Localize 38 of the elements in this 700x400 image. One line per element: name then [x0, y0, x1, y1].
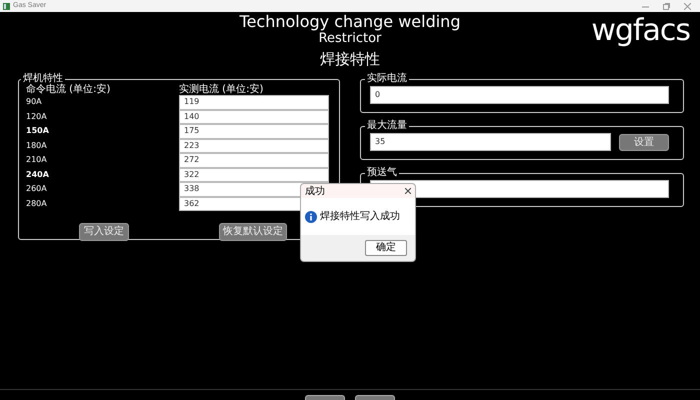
- bottom-button[interactable]: [355, 395, 395, 400]
- ok-button[interactable]: 确定: [365, 240, 407, 256]
- app-icon: [3, 2, 10, 10]
- current-label: 280A: [26, 198, 48, 210]
- max-flow-field[interactable]: 35: [370, 133, 611, 151]
- dialog-message: 焊接特性写入成功: [320, 210, 400, 224]
- column-header: 实测电流 (单位:安): [179, 84, 264, 95]
- write-settings-button[interactable]: 写入设定: [79, 223, 129, 241]
- current-label: 120A: [26, 110, 48, 122]
- measured-current-field[interactable]: 223: [179, 138, 329, 153]
- measured-current-field[interactable]: 322: [179, 168, 329, 182]
- group-label: 焊机特性: [22, 74, 63, 84]
- measured-current-field[interactable]: 272: [179, 153, 329, 168]
- restore-icon[interactable]: [663, 2, 670, 10]
- group-label: 实际电流: [366, 74, 408, 84]
- logo: wgfacs: [591, 16, 690, 46]
- page-title: Technology change welding: [240, 13, 460, 31]
- current-label: 90A: [26, 96, 43, 108]
- close-icon[interactable]: [405, 188, 411, 194]
- dialog-title: 成功: [305, 184, 325, 198]
- group-label: 预送气: [366, 168, 398, 178]
- measured-current-field[interactable]: 140: [179, 110, 329, 124]
- measured-current-field[interactable]: 175: [179, 124, 329, 138]
- restore-defaults-button[interactable]: 恢复默认设定: [219, 223, 287, 241]
- current-label: 260A: [26, 183, 48, 195]
- current-label: 180A: [26, 140, 48, 152]
- measured-current-field[interactable]: 119: [179, 95, 329, 110]
- group-label: 最大流量: [366, 121, 408, 131]
- current-field[interactable]: 0: [370, 86, 669, 104]
- current-label: 210A: [26, 154, 48, 166]
- page-subtitle: Restrictor: [318, 31, 382, 46]
- current-label: 150A: [26, 125, 50, 137]
- info-icon: [305, 210, 317, 222]
- section-title: 焊接特性: [320, 50, 380, 68]
- set-button[interactable]: 设置: [619, 134, 669, 150]
- column-header: 命令电流 (单位:安): [26, 84, 112, 95]
- current-label: 240A: [26, 168, 50, 180]
- bottom-button[interactable]: [305, 395, 345, 400]
